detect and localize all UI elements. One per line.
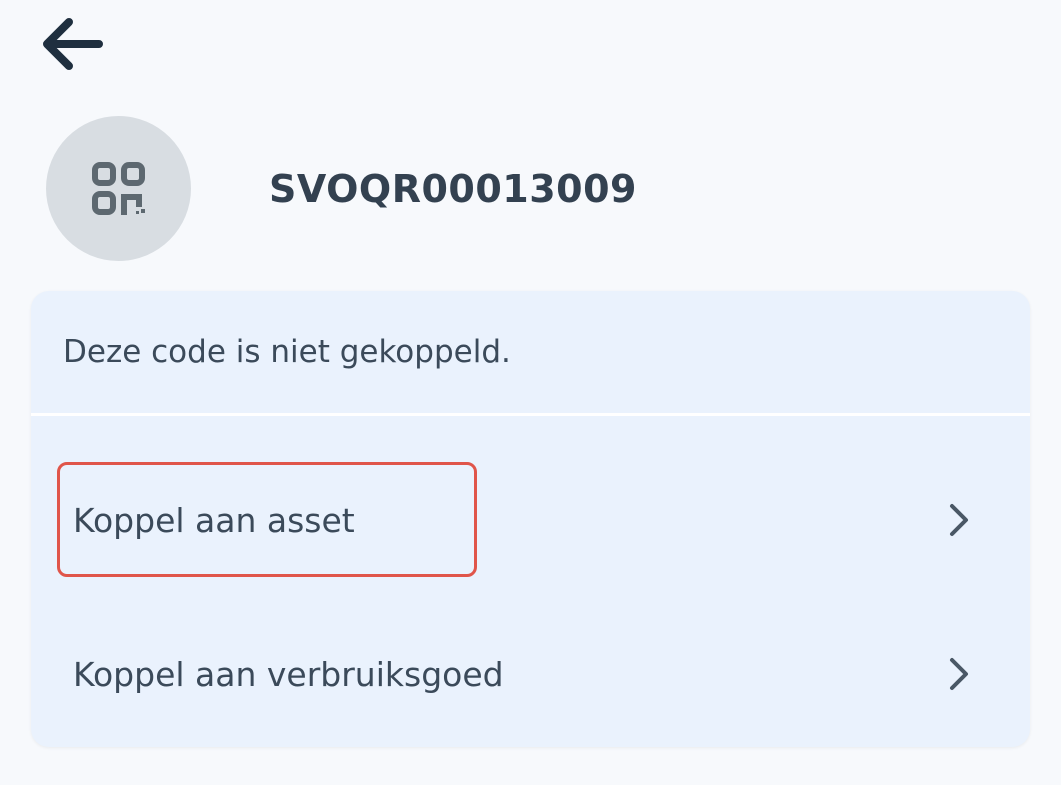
qr-code-icon <box>91 161 145 215</box>
code-title: SVOQR00013009 <box>269 166 638 211</box>
code-header: SVOQR00013009 <box>46 116 637 261</box>
link-to-asset-label: Koppel aan asset <box>73 500 355 540</box>
avatar <box>46 116 191 261</box>
status-message: Deze code is niet gekoppeld. <box>31 291 1030 416</box>
arrow-left-icon <box>43 18 103 70</box>
link-to-consumable-button[interactable]: Koppel aan verbruiksgoed <box>31 616 1030 732</box>
chevron-right-icon <box>941 654 977 694</box>
chevron-right-icon <box>941 500 977 540</box>
link-to-asset-button[interactable]: Koppel aan asset <box>31 462 1030 578</box>
link-to-consumable-label: Koppel aan verbruiksgoed <box>73 654 504 694</box>
link-card: Deze code is niet gekoppeld. Koppel aan … <box>31 291 1030 747</box>
back-button[interactable] <box>36 14 108 74</box>
